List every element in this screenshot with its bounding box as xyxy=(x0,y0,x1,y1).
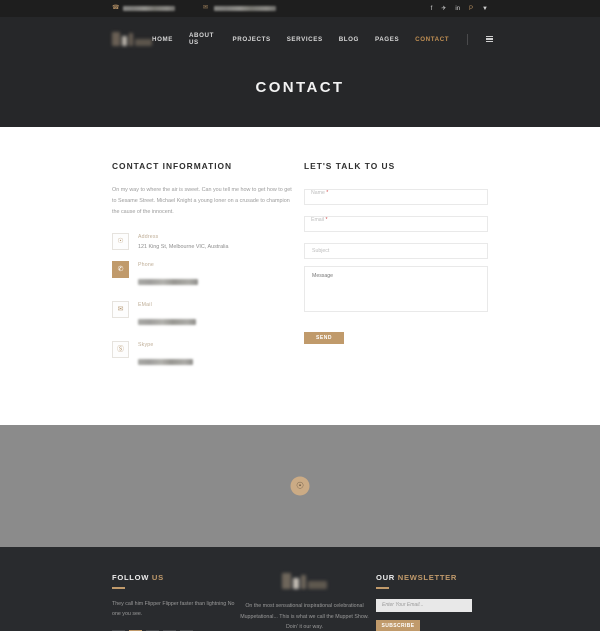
contact-value-phone xyxy=(138,279,198,286)
contact-row-phone: ✆ Phone xyxy=(112,261,296,290)
newsletter-email-input[interactable] xyxy=(376,598,472,612)
page-root: ☎ ✉ f ✈ in P ▼ HOME ABOUT US PROJECTS SE… xyxy=(0,0,600,631)
nav-item-home[interactable]: HOME xyxy=(152,36,173,43)
vimeo-icon[interactable]: ▼ xyxy=(482,6,488,12)
phone-icon: ✆ xyxy=(112,261,129,279)
skype-icon: Ⓢ xyxy=(112,341,129,359)
main-nav: HOME ABOUT US PROJECTS SERVICES BLOG PAG… xyxy=(152,32,493,46)
topbar-email-value xyxy=(214,6,276,11)
contact-row-skype: Ⓢ Skype xyxy=(112,341,296,370)
contact-information-column: CONTACT INFORMATION On my way to where t… xyxy=(112,161,296,381)
footer-about-column: On the most sensational inspirational ce… xyxy=(237,573,372,631)
nav-item-about-us[interactable]: ABOUT US xyxy=(189,32,217,46)
footer-follow-text: They call him Flipper Flipper faster tha… xyxy=(112,600,235,618)
contact-information-heading: CONTACT INFORMATION xyxy=(112,161,233,171)
nav-item-contact[interactable]: CONTACT xyxy=(415,36,449,43)
contact-label-phone: Phone xyxy=(138,262,155,269)
nav-divider xyxy=(467,33,468,45)
linkedin-icon[interactable]: in xyxy=(455,6,460,12)
contact-label-skype: Skype xyxy=(138,342,154,349)
site-logo[interactable] xyxy=(112,32,152,46)
top-utility-bar: ☎ ✉ f ✈ in P ▼ xyxy=(0,0,600,17)
contact-value-skype xyxy=(138,359,193,366)
subscribe-button[interactable]: SUBSCRIBE xyxy=(376,619,420,631)
map-pin-icon: ☉ xyxy=(295,480,305,491)
footer-follow-column: FOLLOW US They call him Flipper Flipper … xyxy=(112,573,237,631)
name-field-wrap: Name * xyxy=(304,185,488,212)
contact-information-intro: On my way to where the air is sweet. Can… xyxy=(112,187,292,216)
twitter-icon[interactable]: ✈ xyxy=(441,6,446,12)
email-field-wrap: Email * xyxy=(304,212,488,239)
header-nav-row: HOME ABOUT US PROJECTS SERVICES BLOG PAG… xyxy=(112,17,493,61)
nav-item-pages[interactable]: PAGES xyxy=(375,36,399,43)
contact-label-address: Address xyxy=(138,234,159,241)
footer-logo[interactable] xyxy=(282,573,327,590)
pinterest-icon[interactable]: P xyxy=(469,6,473,12)
nav-item-projects[interactable]: PROJECTS xyxy=(233,36,271,43)
page-title: CONTACT xyxy=(255,79,345,96)
contact-value-email xyxy=(138,319,196,326)
site-header: HOME ABOUT US PROJECTS SERVICES BLOG PAG… xyxy=(0,17,600,127)
hamburger-menu-icon[interactable] xyxy=(485,35,493,43)
message-textarea[interactable] xyxy=(304,266,488,312)
location-map[interactable]: ☉ xyxy=(0,425,600,548)
facebook-icon[interactable]: f xyxy=(431,6,433,12)
footer-newsletter-column: OUR NEWSLETTER SUBSCRIBE xyxy=(376,573,488,631)
footer-follow-heading: FOLLOW US xyxy=(112,573,164,583)
nav-item-services[interactable]: SERVICES xyxy=(287,36,323,43)
contact-row-address: ☉ Address 121 King St, Melbourne VIC, Au… xyxy=(112,233,296,251)
contact-value-address: 121 King St, Melbourne VIC, Australia xyxy=(138,244,229,251)
topbar-social-list: f ✈ in P ▼ xyxy=(431,6,488,12)
envelope-icon: ✉ xyxy=(112,301,129,319)
contact-label-email: EMail xyxy=(138,302,152,309)
subject-input[interactable] xyxy=(304,243,488,259)
contact-form-heading: LET'S TALK TO US xyxy=(304,161,396,171)
send-button[interactable]: SEND xyxy=(304,332,344,344)
email-input[interactable] xyxy=(304,216,488,232)
footer-newsletter-rule xyxy=(376,587,389,589)
footer-newsletter-heading: OUR NEWSLETTER xyxy=(376,573,458,583)
envelope-icon: ✉ xyxy=(203,5,209,11)
name-input[interactable] xyxy=(304,189,488,205)
map-marker[interactable]: ☉ xyxy=(290,476,310,496)
location-pin-icon: ☉ xyxy=(112,233,129,251)
topbar-phone[interactable]: ☎ xyxy=(112,5,175,12)
contact-form-column: LET'S TALK TO US Name * Email * SEND xyxy=(304,161,488,381)
footer-about-text: On the most sensational inspirational ce… xyxy=(240,603,369,630)
site-footer: FOLLOW US They call him Flipper Flipper … xyxy=(0,547,600,631)
nav-item-blog[interactable]: BLOG xyxy=(339,36,359,43)
topbar-email[interactable]: ✉ xyxy=(203,5,276,12)
phone-icon: ☎ xyxy=(112,5,120,11)
footer-heading-rule xyxy=(112,587,125,589)
contact-row-email: ✉ EMail xyxy=(112,301,296,330)
main-content: CONTACT INFORMATION On my way to where t… xyxy=(0,127,600,382)
topbar-phone-value xyxy=(123,6,175,11)
